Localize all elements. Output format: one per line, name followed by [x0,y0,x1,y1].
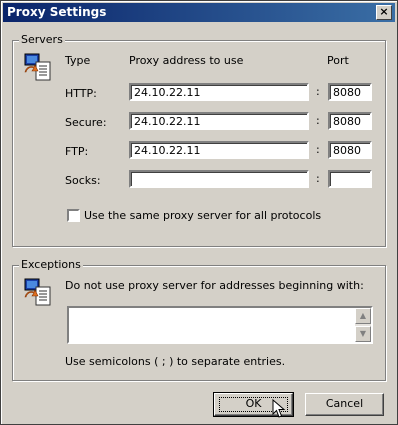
exceptions-hint: Use semicolons ( ; ) to separate entries… [65,355,286,368]
proxy-settings-dialog: Proxy Settings × Servers Type Proxy addr… [0,0,398,425]
column-header-type: Type [65,54,91,67]
exceptions-textarea[interactable]: ▲ ▼ [67,306,373,344]
same-proxy-checkbox[interactable] [67,209,80,222]
socks-separator: : [316,172,320,185]
http-separator: : [316,85,320,98]
http-address-field[interactable] [129,83,309,101]
same-proxy-label[interactable]: Use the same proxy server for all protoc… [84,209,321,222]
socks-port-field[interactable] [328,170,372,188]
scroll-up-button[interactable]: ▲ [355,308,371,324]
mouse-pointer-icon [272,399,286,418]
secure-label: Secure: [65,116,107,129]
cancel-button[interactable]: Cancel [305,393,384,416]
ftp-port-field[interactable] [328,141,372,159]
http-label: HTTP: [65,87,97,100]
network-computer-icon [24,278,51,306]
scroll-down-button[interactable]: ▼ [355,326,371,342]
ftp-separator: : [316,143,320,156]
exceptions-group-label: Exceptions [19,258,83,271]
exceptions-scrollbar[interactable]: ▲ ▼ [355,308,371,342]
cancel-button-label: Cancel [325,397,364,410]
socks-address-field[interactable] [129,170,309,188]
socks-label: Socks: [65,174,101,187]
title-bar[interactable]: Proxy Settings × [3,3,395,22]
window-title: Proxy Settings [7,5,107,19]
ftp-label: FTP: [65,145,89,158]
secure-separator: : [316,114,320,127]
exceptions-instruction: Do not use proxy server for addresses be… [65,279,364,292]
http-port-field[interactable] [328,83,372,101]
close-icon: × [379,5,389,18]
ftp-address-field[interactable] [129,141,309,159]
exceptions-group: Exceptions Do not use proxy server for a… [12,258,386,381]
network-computer-icon [24,53,51,81]
close-button[interactable]: × [376,5,392,20]
servers-group-label: Servers [19,33,65,46]
column-header-port: Port [327,54,349,67]
servers-group: Servers Type Proxy address to use Port H… [12,33,386,247]
secure-port-field[interactable] [328,112,372,130]
column-header-address: Proxy address to use [129,54,244,67]
secure-address-field[interactable] [129,112,309,130]
